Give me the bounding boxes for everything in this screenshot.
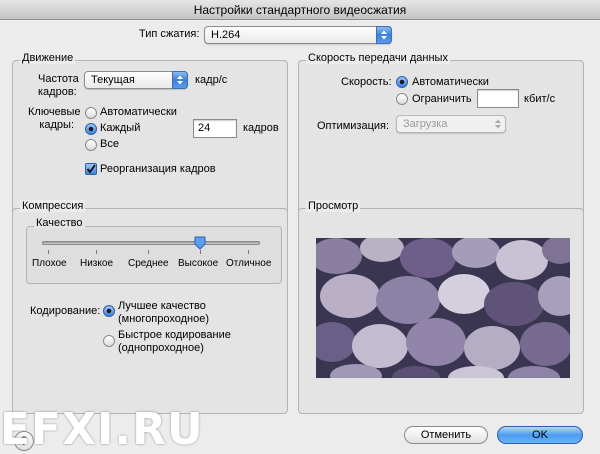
window-title: Настройки стандартного видеосжатия xyxy=(193,3,407,17)
compression-type-label: Тип сжатия: xyxy=(139,28,200,40)
optimize-value: Загрузка xyxy=(403,118,448,130)
keyframes-all-label: Все xyxy=(100,138,119,150)
ok-button[interactable]: OK xyxy=(497,426,583,444)
keyframes-auto-radio[interactable] xyxy=(85,107,97,119)
rate-auto-radio[interactable] xyxy=(396,76,408,88)
rate-limit-radio[interactable] xyxy=(396,93,408,105)
reorder-frames-checkbox[interactable] xyxy=(85,163,97,175)
frame-rate-unit: кадр/с xyxy=(195,74,228,86)
keyframes-every-radio[interactable] xyxy=(85,123,97,135)
encoding-label: Кодирование: xyxy=(30,305,101,317)
compression-type-value: H.264 xyxy=(211,29,241,41)
frame-rate-popup[interactable]: Текущая xyxy=(84,71,188,89)
frame-rate-label: Частота кадров: xyxy=(38,73,79,98)
encoding-best-radio[interactable] xyxy=(103,305,115,317)
quality-level-label: Плохое xyxy=(32,258,67,269)
preview-group-title: Просмотр xyxy=(306,200,361,212)
rate-limit-label: Ограничить xyxy=(412,93,472,105)
quality-group-title: Качество xyxy=(34,217,85,229)
encoding-fast-label: Быстрое кодирование xyxy=(118,329,231,341)
keyframes-auto-label: Автоматически xyxy=(100,106,177,118)
optimize-popup[interactable]: Загрузка xyxy=(396,115,506,133)
motion-group-title: Движение xyxy=(20,52,76,64)
data-rate-group-title: Скорость передачи данных xyxy=(306,52,450,64)
keyframes-all-radio[interactable] xyxy=(85,139,97,151)
quality-tick xyxy=(148,250,149,254)
quality-tick xyxy=(96,250,97,254)
quality-slider-track[interactable] xyxy=(42,241,260,245)
rate-limit-field[interactable] xyxy=(477,89,519,108)
quality-tick xyxy=(248,250,249,254)
cancel-button[interactable]: Отменить xyxy=(404,426,488,444)
watermark-text: EFXI.RU xyxy=(0,404,204,454)
quality-tick xyxy=(200,250,201,254)
rate-unit: кбит/с xyxy=(524,93,556,105)
encoding-best-sublabel: (многопроходное) xyxy=(118,313,210,325)
quality-level-label: Отличное xyxy=(226,258,272,269)
keyframes-label: Ключевые кадры: xyxy=(28,106,81,131)
quality-level-label: Высокое xyxy=(178,258,219,269)
encoding-fast-sublabel: (однопроходное) xyxy=(118,342,204,354)
quality-slider-thumb[interactable] xyxy=(194,236,206,250)
rate-label: Скорость: xyxy=(341,76,392,88)
popup-arrows-icon xyxy=(376,26,392,44)
quality-level-label: Среднее xyxy=(128,258,169,269)
window-titlebar: Настройки стандартного видеосжатия xyxy=(0,0,600,20)
keyframe-interval-unit: кадров xyxy=(243,122,279,134)
compression-group-title: Компрессия xyxy=(20,200,86,212)
compression-type-popup[interactable]: H.264 xyxy=(204,26,392,44)
dialog: Тип сжатия: H.264 Движение Частота кадро… xyxy=(0,20,600,454)
keyframes-every-label: Каждый xyxy=(100,122,141,134)
popup-arrows-icon xyxy=(490,115,506,133)
encoding-best-label: Лучшее качество xyxy=(118,300,206,312)
reorder-frames-label: Реорганизация кадров xyxy=(100,163,216,175)
preview-image xyxy=(316,238,570,378)
keyframe-interval-field[interactable]: 24 xyxy=(193,119,237,138)
quality-level-label: Низкое xyxy=(80,258,114,269)
popup-arrows-icon xyxy=(172,71,188,89)
optimize-label: Оптимизация: xyxy=(317,120,390,132)
quality-tick xyxy=(48,250,49,254)
encoding-fast-radio[interactable] xyxy=(103,335,115,347)
quality-group xyxy=(26,226,282,284)
rate-auto-label: Автоматически xyxy=(412,76,489,88)
frame-rate-value: Текущая xyxy=(91,74,135,86)
checkmark-icon xyxy=(86,164,96,174)
